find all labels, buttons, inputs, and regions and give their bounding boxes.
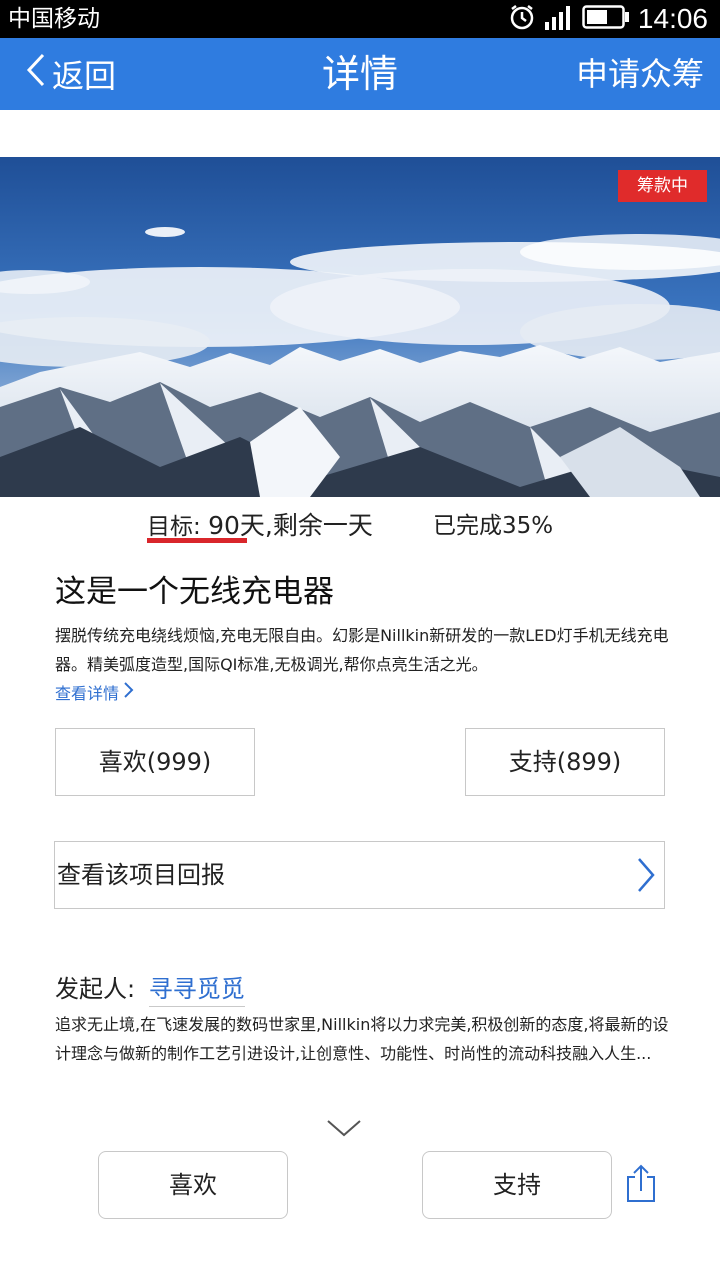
project-description: 摆脱传统充电绕线烦恼,充电无限自由。幻影是Nillkin新研发的一款LED灯手机… [55,626,669,674]
status-badge: 筹款中 [618,170,707,202]
apply-crowdfunding-button[interactable]: 申请众筹 [576,38,704,110]
initiator-row: 发起人: 寻寻觅觅 [55,969,245,1007]
completion-stat: 已完成35% [433,513,554,539]
clock: 14:06 [637,3,708,34]
chevron-right-icon [636,856,656,898]
hero-image: 筹款中 [0,157,720,497]
view-details-link[interactable]: 查看详情 [55,680,134,704]
alarm-icon [508,3,536,35]
chevron-right-icon [123,681,134,703]
share-icon[interactable] [625,1163,657,1207]
battery-icon [582,4,630,34]
view-details-label: 查看详情 [55,684,120,703]
like-count-button[interactable]: 喜欢(999) [55,728,255,796]
carrier-name: 中国移动 [8,6,100,32]
nav-bar: 详情 返回 申请众筹 [0,38,720,110]
project-title: 这是一个无线充电器 [55,574,334,610]
like-button[interactable]: 喜欢 [98,1151,288,1219]
expand-chevron-icon[interactable] [326,1118,362,1142]
view-rewards-row[interactable]: 查看该项目回报 [54,841,665,909]
goal-stat: 目标: 90天,剩余一天 [147,506,373,542]
initiator-name-link[interactable]: 寻寻觅觅 [148,969,245,1007]
view-rewards-label: 查看该项目回报 [57,861,225,889]
goal-underline [147,538,247,543]
goal-value: 90天,剩余一天 [208,511,373,540]
chevron-left-icon [26,53,46,95]
back-label: 返回 [52,57,117,95]
initiator-description: 追求无止境,在飞速发展的数码世家里,Nillkin将以力求完美,积极创新的态度,… [55,1015,669,1063]
back-button[interactable]: 返回 [26,38,116,110]
signal-icon [544,4,574,34]
support-count-button[interactable]: 支持(899) [465,728,665,796]
mountain-landscape-image [0,157,720,497]
status-bar: 中国移动 14:06 [0,0,720,38]
goal-label: 目标: [147,514,201,540]
project-stats: 目标: 90天,剩余一天 已完成35% [0,497,720,547]
support-button[interactable]: 支持 [422,1151,612,1219]
initiator-label: 发起人: [55,975,136,1003]
